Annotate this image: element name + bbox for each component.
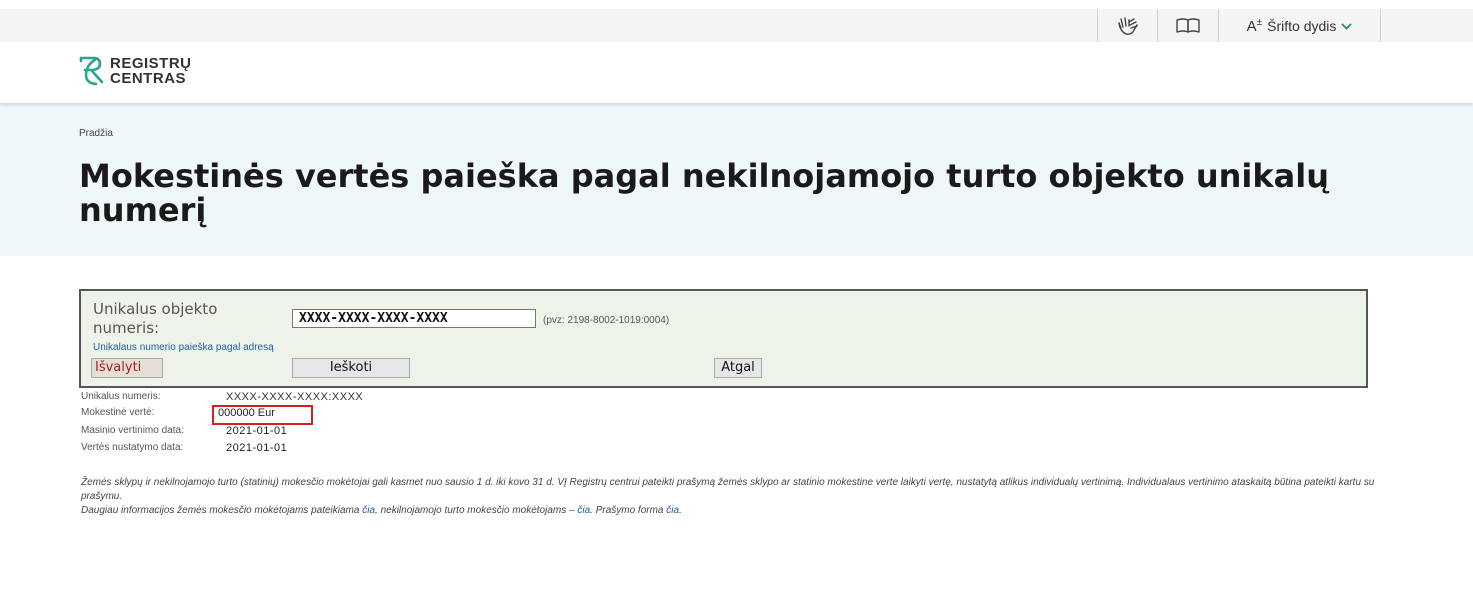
- unique-number-label: Unikalus objekto numeris:: [93, 300, 218, 337]
- unique-number-input[interactable]: XXXX-XXXX-XXXX-XXXX: [292, 309, 536, 328]
- info-note: Žemės sklypų ir nekilnojamojo turto (sta…: [81, 476, 1381, 518]
- font-size-icon: A±: [1246, 16, 1263, 35]
- result-label: Unikalus numeris:: [81, 391, 161, 402]
- separator: [1380, 9, 1381, 42]
- page-title: Mokestinės vertės paieška pagal nekilnoj…: [79, 157, 1329, 229]
- sign-language-button[interactable]: [1098, 9, 1157, 42]
- logo-line2: CENTRAS: [110, 70, 187, 87]
- result-value: 2021-01-01: [226, 442, 288, 454]
- sign-language-icon: [1117, 16, 1138, 35]
- chevron-down-icon: [1341, 19, 1353, 33]
- logo-line1: REGISTRŲ: [110, 55, 192, 72]
- land-tax-info-link[interactable]: čia: [362, 505, 375, 516]
- note-text: .: [679, 505, 682, 516]
- top-utility-bar: A± Šrifto dydis: [0, 9, 1473, 42]
- note-text: , nekilnojamojo turto mokesčio mokėtojam…: [375, 505, 578, 516]
- registru-centras-logo[interactable]: REGISTRŲ CENTRAS: [78, 55, 192, 87]
- request-form-link[interactable]: čia: [666, 505, 679, 516]
- result-label: Mokestinė vertė:: [81, 407, 155, 418]
- easy-read-button[interactable]: [1158, 9, 1218, 42]
- property-tax-info-link[interactable]: čia: [577, 505, 590, 516]
- search-button[interactable]: Ieškoti: [292, 358, 410, 378]
- logo-wordmark: REGISTRŲ CENTRAS: [110, 56, 192, 86]
- font-size-label: Šrifto dydis: [1267, 17, 1337, 34]
- logo-mark-icon: [79, 56, 104, 86]
- search-form: Unikalus objekto numeris: XXXX-XXXX-XXXX…: [79, 289, 1368, 388]
- page-hero: Pradžia Mokestinės vertės paieška pagal …: [0, 103, 1473, 256]
- book-icon: [1176, 17, 1200, 33]
- result-value: XXXX-XXXX-XXXX:XXXX: [226, 391, 364, 403]
- result-value: 2021-01-01: [226, 425, 288, 437]
- note-paragraph-links: Daugiau informacijos žemės mokesčio mokė…: [81, 504, 1381, 518]
- clear-button[interactable]: Išvalyti: [91, 358, 163, 378]
- result-label: Masinio vertinimo data:: [81, 425, 184, 436]
- note-text: . Prašymo forma: [590, 505, 667, 516]
- search-by-address-link[interactable]: Unikalaus numerio paieška pagal adresą: [93, 342, 274, 353]
- example-hint: (pvz: 2198-8002-1019:0004): [543, 315, 670, 326]
- site-header: REGISTRŲ CENTRAS: [0, 42, 1473, 103]
- tax-value-highlight-box: [212, 405, 313, 425]
- font-size-dropdown[interactable]: A± Šrifto dydis: [1219, 9, 1380, 42]
- note-text: Daugiau informacijos žemės mokesčio mokė…: [81, 505, 363, 516]
- note-paragraph: Žemės sklypų ir nekilnojamojo turto (sta…: [81, 477, 1375, 502]
- breadcrumb-home[interactable]: Pradžia: [79, 128, 113, 139]
- back-button[interactable]: Atgal: [714, 358, 762, 378]
- result-label: Vertės nustatymo data:: [81, 442, 184, 453]
